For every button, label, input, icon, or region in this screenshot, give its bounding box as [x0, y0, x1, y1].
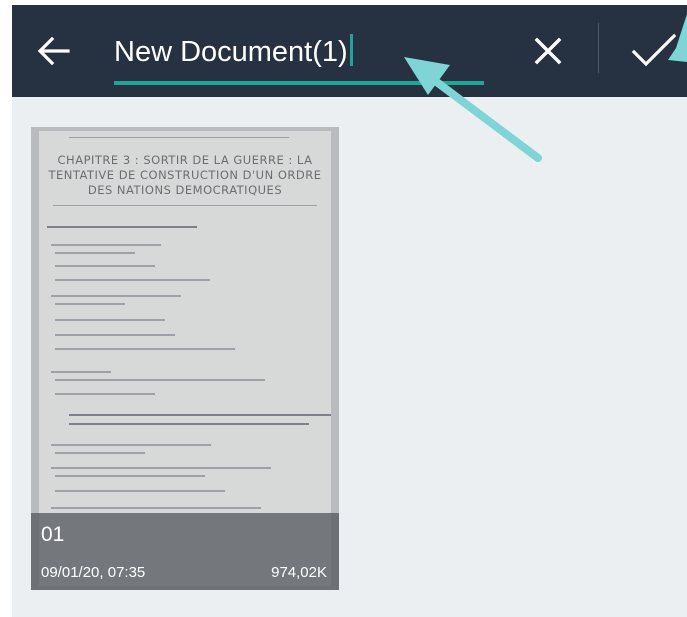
text-cursor	[349, 34, 353, 66]
heading-line-1: CHAPITRE 3 : SORTIR DE LA GUERRE : LA	[57, 153, 313, 167]
page-date: 09/01/20, 07:35	[41, 564, 146, 581]
text-line	[55, 379, 265, 381]
document-name-text: New Document(1)	[114, 33, 353, 71]
text-line	[47, 226, 197, 228]
page-size: 974,02K	[271, 564, 327, 581]
heading-line-2: TENTATIVE DE CONSTRUCTION D'UN ORDRE	[48, 168, 322, 182]
text-line	[55, 252, 135, 254]
page-number: 01	[41, 523, 65, 546]
page-header-line	[69, 137, 289, 138]
toolbar-divider	[598, 23, 599, 73]
text-line	[55, 348, 235, 350]
text-line	[55, 393, 155, 395]
text-line	[69, 423, 309, 425]
text-line	[55, 303, 125, 305]
page-info-overlay: 01 09/01/20, 07:35 974,02K	[31, 513, 339, 590]
text-line	[51, 244, 161, 246]
text-line	[55, 279, 210, 281]
arrow-left-icon	[37, 36, 70, 66]
text-line	[55, 265, 155, 267]
text-line	[55, 475, 205, 477]
page-thumbnail-heading: CHAPITRE 3 : SORTIR DE LA GUERRE : LA TE…	[39, 153, 331, 198]
text-line	[55, 490, 225, 492]
text-line	[55, 334, 175, 336]
top-toolbar: New Document(1)	[12, 5, 687, 97]
text-line	[55, 452, 145, 454]
heading-rule	[53, 205, 317, 206]
text-line	[51, 371, 111, 373]
annotation-arrow-icon	[668, 14, 687, 62]
text-line	[55, 319, 165, 321]
text-line	[51, 295, 181, 297]
annotation-arrow-icon	[404, 57, 542, 162]
text-line	[51, 444, 211, 446]
text-line	[51, 507, 261, 509]
text-line	[69, 414, 331, 416]
document-page-card[interactable]: CHAPITRE 3 : SORTIR DE LA GUERRE : LA TE…	[31, 127, 339, 590]
back-button[interactable]	[32, 29, 76, 73]
text-line	[51, 467, 271, 469]
heading-line-3: DES NATIONS DEMOCRATIQUES	[87, 183, 283, 197]
